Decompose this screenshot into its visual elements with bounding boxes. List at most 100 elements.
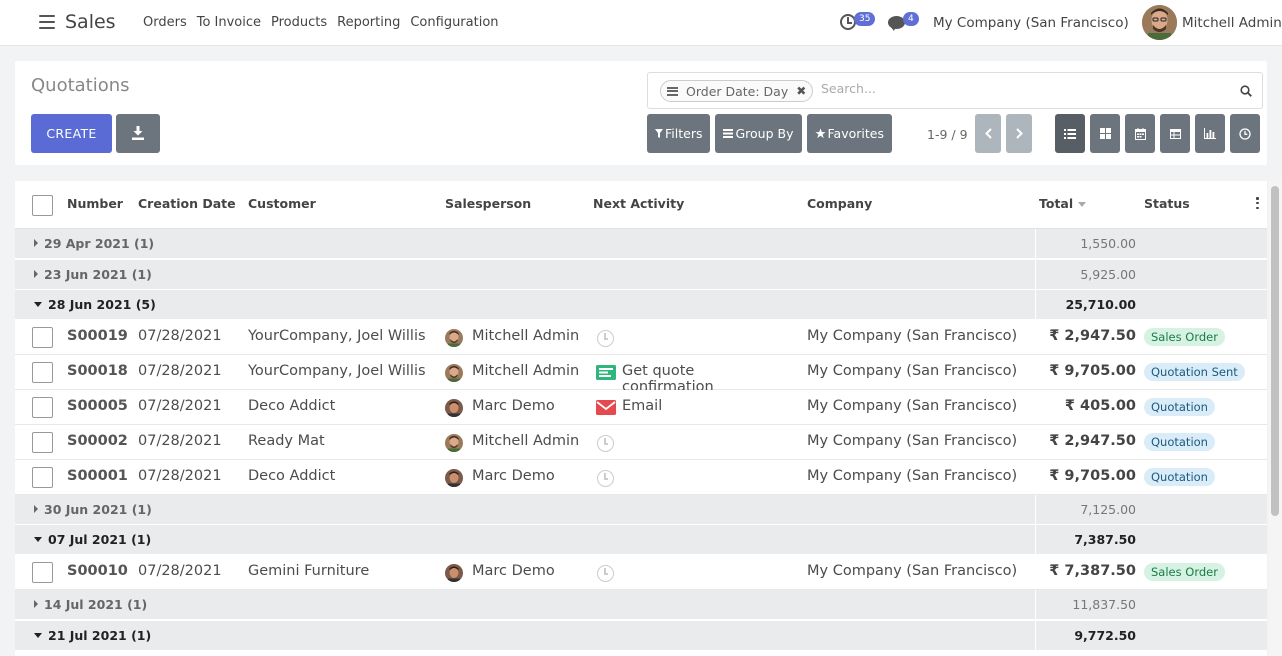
menu-reporting[interactable]: Reporting xyxy=(337,15,400,30)
activity-clock-icon[interactable] xyxy=(597,435,614,452)
pager-next-button[interactable] xyxy=(1006,114,1032,153)
filters-button[interactable]: Filters xyxy=(647,114,711,153)
activity-view-button[interactable] xyxy=(1230,114,1260,153)
activity-menu[interactable]: 35 xyxy=(840,12,880,32)
creation-date: 07/28/2021 xyxy=(138,563,222,579)
pager-previous-button[interactable] xyxy=(975,114,1001,153)
group-row[interactable]: 23 Jun 2021 (1) 5,925.00 xyxy=(15,260,1267,290)
graph-view-button[interactable] xyxy=(1195,114,1225,153)
optional-columns-icon[interactable] xyxy=(1256,197,1259,209)
filters-label: Filters xyxy=(665,126,703,141)
app-name[interactable]: Sales xyxy=(65,11,116,33)
list-scrollbar[interactable] xyxy=(1269,181,1282,656)
table-row[interactable]: S00018 07/28/2021 YourCompany, Joel Will… xyxy=(15,355,1267,395)
favorites-button[interactable]: Favorites xyxy=(806,114,892,153)
table-row[interactable]: S00019 07/28/2021 YourCompany, Joel Will… xyxy=(15,320,1267,355)
row-checkbox[interactable] xyxy=(32,467,53,488)
activity-clock-icon[interactable] xyxy=(597,565,614,582)
row-checkbox[interactable] xyxy=(32,327,53,348)
col-next-activity[interactable]: Next Activity xyxy=(593,196,684,211)
col-customer[interactable]: Customer xyxy=(248,196,316,211)
control-panel: Quotations CREATE Order Date: Day ✖ Filt… xyxy=(15,61,1267,165)
scrollbar-thumb[interactable] xyxy=(1271,186,1279,516)
table-row[interactable]: S00001 07/28/2021 Deco Addict Marc Demo … xyxy=(15,460,1267,495)
col-status[interactable]: Status xyxy=(1144,196,1190,211)
activity-label: Email xyxy=(622,398,663,414)
activity-clock-icon[interactable] xyxy=(597,330,614,347)
group-row[interactable]: 30 Jun 2021 (1) 7,125.00 xyxy=(15,495,1267,525)
col-salesperson[interactable]: Salesperson xyxy=(445,196,531,211)
remove-facet-icon[interactable]: ✖ xyxy=(796,84,806,98)
company: My Company (San Francisco) xyxy=(807,398,1018,414)
company: My Company (San Francisco) xyxy=(807,433,1018,449)
menu-products[interactable]: Products xyxy=(271,15,327,30)
download-icon xyxy=(132,126,144,140)
caret-right-icon xyxy=(34,270,38,278)
salesperson: Mitchell Admin xyxy=(472,433,580,449)
sort-down-icon xyxy=(1078,202,1087,207)
order-total: ₹ 405.00 xyxy=(1064,398,1136,414)
create-button[interactable]: CREATE xyxy=(31,114,112,153)
group-row[interactable]: 21 Jul 2021 (1) 9,772.50 xyxy=(15,621,1267,651)
pager-value[interactable]: 1-9 / 9 xyxy=(927,127,968,142)
row-checkbox[interactable] xyxy=(32,362,53,383)
salesperson: Mitchell Admin xyxy=(472,363,580,379)
search-icon[interactable] xyxy=(1240,85,1252,97)
pivot-view-button[interactable] xyxy=(1160,114,1190,153)
company: My Company (San Francisco) xyxy=(807,328,1018,344)
activity-clock-icon[interactable] xyxy=(597,470,614,487)
select-all-checkbox[interactable] xyxy=(32,195,53,216)
group-row[interactable]: 07 Jul 2021 (1) 7,387.50 xyxy=(15,525,1267,555)
menu-configuration[interactable]: Configuration xyxy=(410,15,498,30)
table-row[interactable]: S00002 07/28/2021 Ready Mat Mitchell Adm… xyxy=(15,425,1267,460)
creation-date: 07/28/2021 xyxy=(138,398,222,414)
list-icon xyxy=(723,129,734,138)
order-number: S00005 xyxy=(67,398,128,414)
company-switcher[interactable]: My Company (San Francisco) xyxy=(933,15,1129,31)
order-number: S00010 xyxy=(67,563,128,579)
pivot-view-icon xyxy=(1169,128,1181,139)
group-row[interactable]: 29 Apr 2021 (1) 1,550.00 xyxy=(15,229,1267,259)
caret-right-icon xyxy=(34,505,38,513)
salesperson-avatar xyxy=(445,399,463,417)
group-total: 5,925.00 xyxy=(1080,267,1136,282)
group-total: 7,387.50 xyxy=(1074,532,1136,547)
group-row[interactable]: 28 Jun 2021 (5) 25,710.00 xyxy=(15,290,1267,320)
user-name[interactable]: Mitchell Admin xyxy=(1182,15,1282,31)
col-company[interactable]: Company xyxy=(807,196,872,211)
calendar-view-button[interactable] xyxy=(1125,114,1155,153)
menu-to-invoice[interactable]: To Invoice xyxy=(197,15,261,30)
row-checkbox[interactable] xyxy=(32,432,53,453)
col-total[interactable]: Total xyxy=(1039,196,1087,211)
messaging-menu[interactable]: 4 xyxy=(888,12,928,32)
user-avatar[interactable] xyxy=(1142,5,1177,40)
group-label: 23 Jun 2021 (1) xyxy=(44,267,152,282)
group-row[interactable]: 14 Jul 2021 (1) 11,837.50 xyxy=(15,590,1267,620)
row-checkbox[interactable] xyxy=(32,397,53,418)
table-row[interactable]: S00010 07/28/2021 Gemini Furniture Marc … xyxy=(15,555,1267,590)
search-input[interactable] xyxy=(821,81,1221,96)
group-total: 25,710.00 xyxy=(1065,297,1136,312)
salesperson-avatar xyxy=(445,329,463,347)
table-row[interactable]: S00005 07/28/2021 Deco Addict Marc Demo … xyxy=(15,390,1267,425)
group-total: 1,550.00 xyxy=(1080,236,1136,251)
list-view-button[interactable] xyxy=(1055,114,1085,153)
kanban-view-icon xyxy=(1099,128,1111,139)
col-creation-date[interactable]: Creation Date xyxy=(138,196,236,211)
export-button[interactable] xyxy=(116,114,160,153)
company: My Company (San Francisco) xyxy=(807,363,1018,379)
group-by-button[interactable]: Group By xyxy=(715,114,802,153)
col-number[interactable]: Number xyxy=(67,196,123,211)
quotations-list: Number Creation Date Customer Salesperso… xyxy=(15,181,1267,656)
status-badge: Quotation xyxy=(1144,433,1215,451)
order-total: ₹ 9,705.00 xyxy=(1049,468,1136,484)
menu-orders[interactable]: Orders xyxy=(143,15,187,30)
salesperson: Mitchell Admin xyxy=(472,328,580,344)
filter-icon xyxy=(655,129,663,138)
top-navbar: Sales Orders To Invoice Products Reporti… xyxy=(0,0,1282,46)
group-label: 07 Jul 2021 (1) xyxy=(48,532,152,547)
group-label: 29 Apr 2021 (1) xyxy=(44,236,155,251)
row-checkbox[interactable] xyxy=(32,562,53,583)
apps-menu-icon[interactable] xyxy=(39,15,55,29)
kanban-view-button[interactable] xyxy=(1090,114,1120,153)
